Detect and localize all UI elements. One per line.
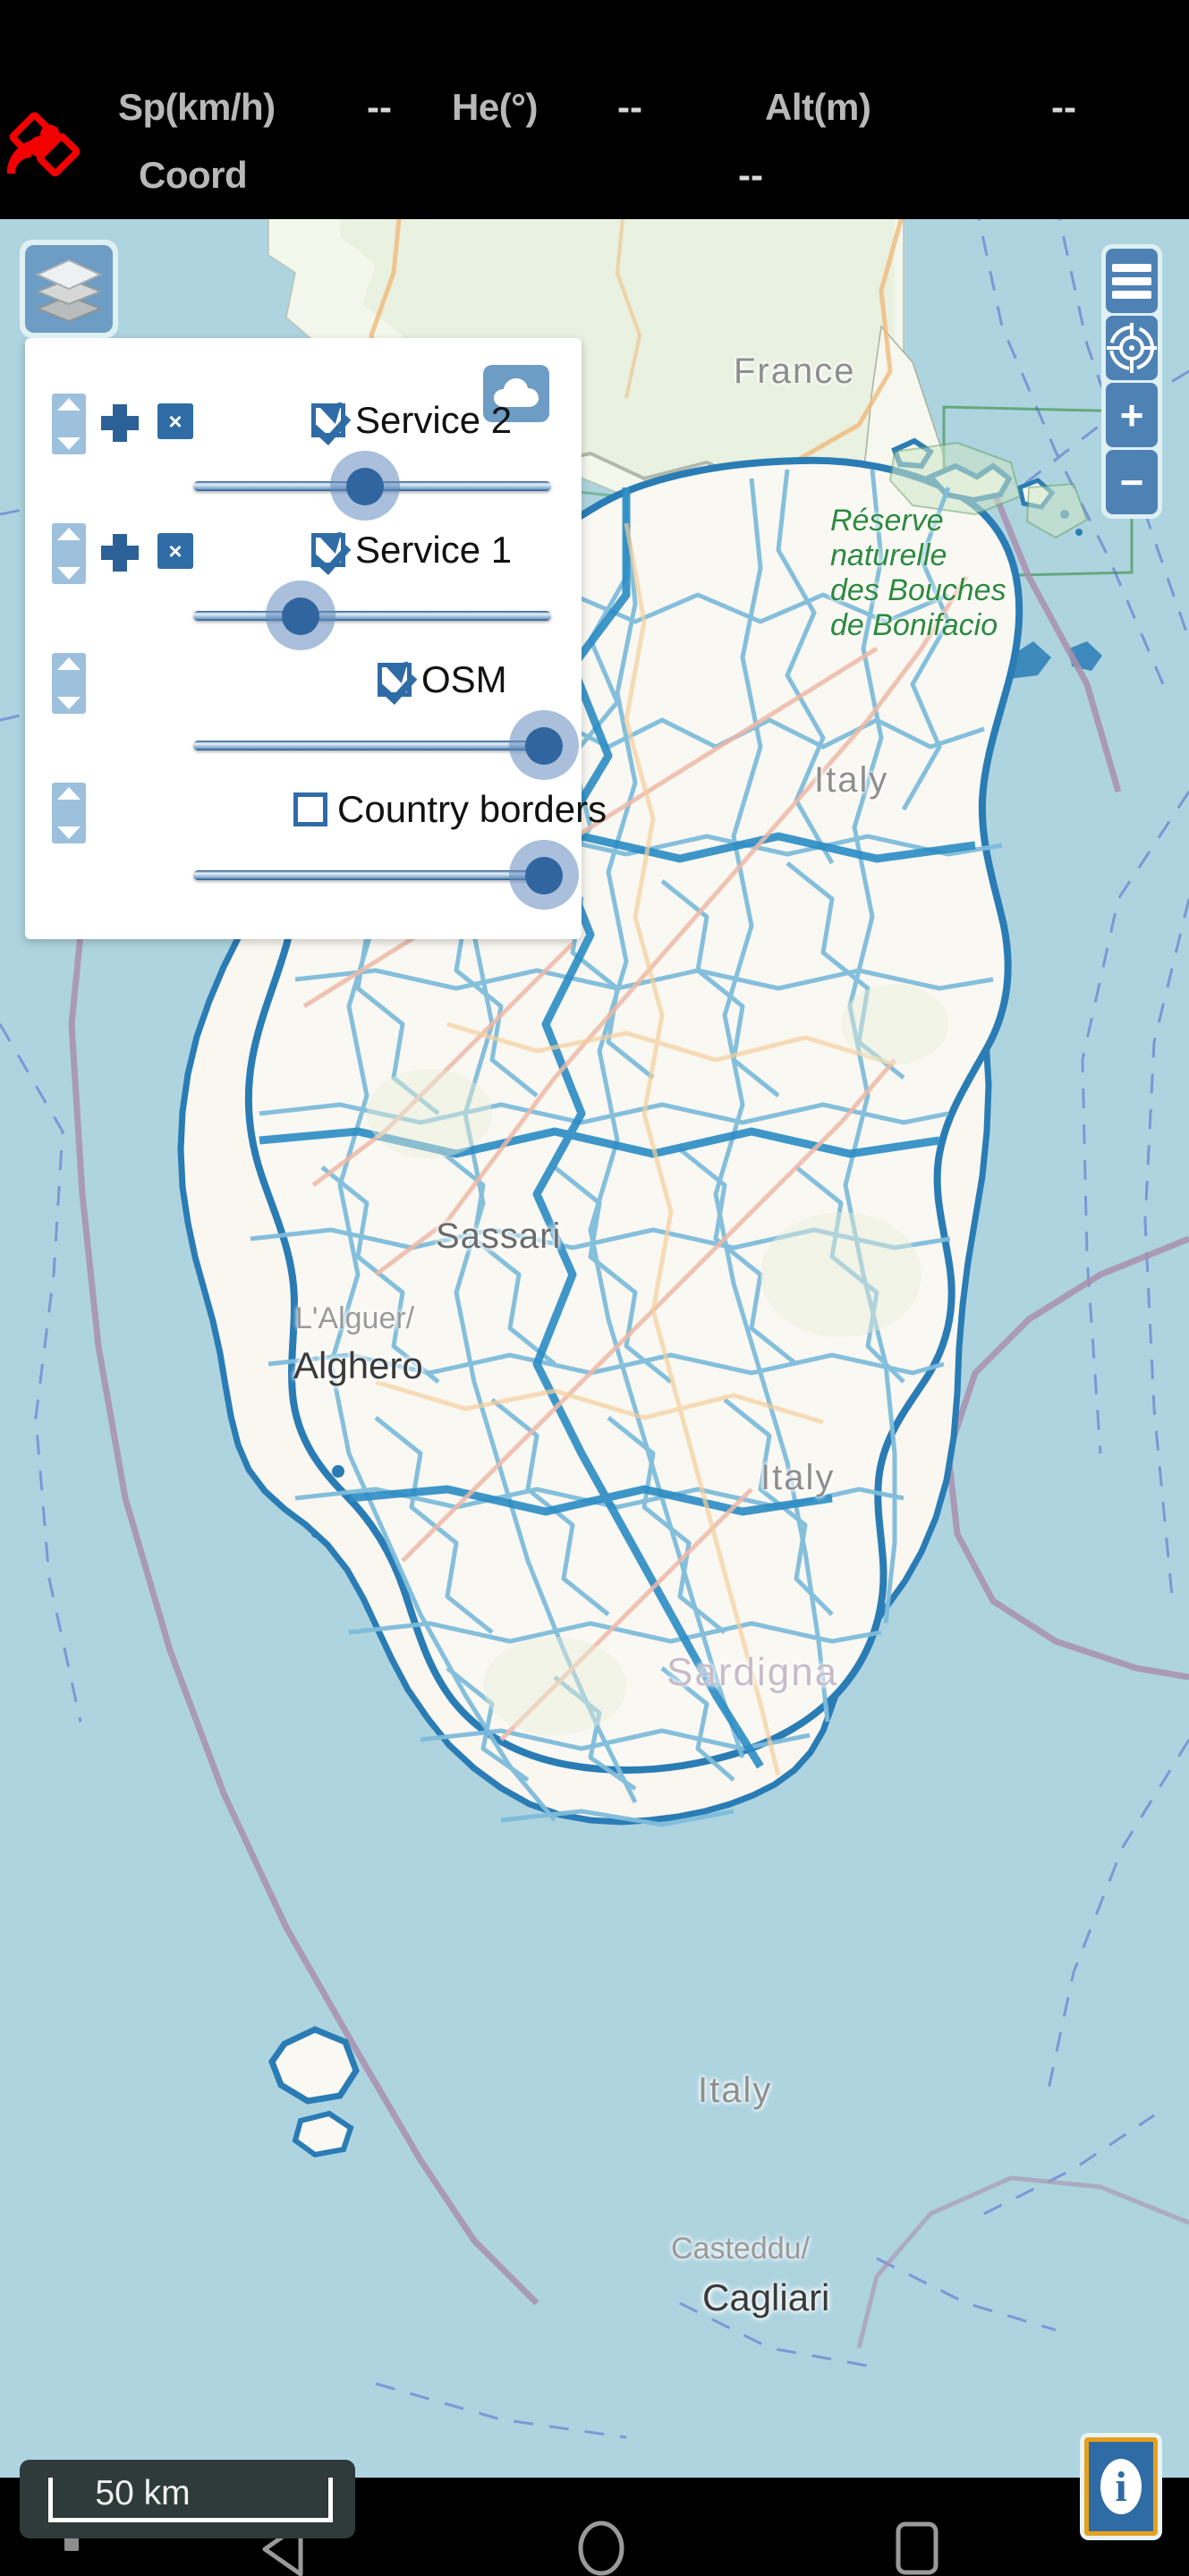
recents-button[interactable]	[895, 2521, 939, 2576]
layer-row-country-borders: Country borders	[25, 774, 607, 910]
map-controls-group: + −	[1101, 244, 1162, 519]
chevron-down-icon[interactable]	[57, 567, 81, 580]
map-zoom-in-button[interactable]: +	[1106, 383, 1158, 447]
home-button[interactable]	[577, 2521, 625, 2576]
minus-icon: −	[1119, 459, 1144, 505]
gps-status-bar: Sp(km/h) -- He(°) -- Alt(m) -- Coord --	[0, 0, 1189, 219]
slider-handle[interactable]	[525, 857, 563, 894]
scale-label: 50 km	[95, 2474, 191, 2512]
speed-value: --	[367, 86, 392, 128]
add-layer-button-service-1[interactable]	[101, 534, 139, 572]
phone-screen: Sp(km/h) -- He(°) -- Alt(m) -- Coord --	[0, 0, 1189, 2576]
slider-handle[interactable]	[282, 597, 319, 635]
coord-value: --	[738, 154, 763, 196]
coord-label: Coord	[139, 154, 248, 196]
plus-icon: +	[1119, 392, 1144, 438]
add-layer-button-service-2[interactable]	[101, 404, 139, 442]
slider-track[interactable]	[193, 611, 551, 621]
delete-layer-button-service-2[interactable]: ×	[157, 403, 193, 439]
chevron-down-icon[interactable]	[57, 826, 81, 839]
altitude-value: --	[1051, 86, 1076, 128]
layer-order-spinner-service-1[interactable]	[52, 523, 86, 584]
chevron-up-icon[interactable]	[57, 398, 81, 411]
layer-opacity-slider-osm[interactable]	[193, 710, 579, 780]
info-button-frame: i	[1084, 2437, 1158, 2536]
layers-panel: × Service 2 × Service 1 OSM Country bord…	[25, 338, 607, 939]
layer-visibility-checkbox-country-borders[interactable]	[293, 792, 327, 826]
map-scale-bar: 50 km	[20, 2460, 355, 2538]
layers-stack-icon	[25, 245, 113, 333]
slider-handle[interactable]	[346, 468, 384, 505]
map-menu-button[interactable]	[1106, 249, 1158, 313]
layer-visibility-checkbox-service-1[interactable]	[311, 533, 345, 567]
chevron-up-icon[interactable]	[57, 787, 81, 800]
layer-opacity-slider-service-2[interactable]	[193, 451, 551, 521]
home-circle-icon	[578, 2521, 624, 2576]
layer-visibility-checkbox-service-2[interactable]	[311, 403, 345, 437]
slider-track[interactable]	[193, 741, 551, 750]
layer-name-service-2: Service 2	[355, 399, 513, 441]
chevron-down-icon[interactable]	[57, 437, 81, 450]
speed-label: Sp(km/h)	[118, 86, 276, 128]
layer-visibility-checkbox-osm[interactable]	[378, 663, 412, 697]
scale-bracket	[48, 2478, 333, 2522]
layer-opacity-slider-service-1[interactable]	[193, 580, 551, 650]
delete-layer-button-service-1[interactable]: ×	[157, 533, 193, 569]
layers-panel-toggle-button[interactable]	[20, 240, 118, 338]
layer-order-spinner-osm[interactable]	[52, 653, 86, 714]
recents-square-icon	[896, 2521, 938, 2575]
map-info-button[interactable]: i	[1080, 2433, 1162, 2540]
layer-name-service-1: Service 1	[355, 529, 513, 571]
crosshair-target-icon	[1107, 323, 1157, 373]
heading-value: --	[617, 86, 642, 128]
layer-name-country-borders: Country borders	[337, 788, 607, 830]
chevron-up-icon[interactable]	[57, 657, 81, 670]
chevron-up-icon[interactable]	[57, 528, 81, 540]
altitude-label: Alt(m)	[765, 86, 871, 128]
map-zoom-out-button[interactable]: −	[1106, 450, 1158, 514]
layer-row-osm: OSM	[25, 644, 582, 780]
layer-row-service-2: × Service 2	[25, 385, 582, 521]
layer-opacity-slider-country-borders[interactable]	[193, 840, 579, 910]
layer-order-spinner-country-borders[interactable]	[52, 783, 86, 843]
layer-order-spinner-service-2[interactable]	[52, 394, 86, 454]
heading-label: He(°)	[452, 86, 538, 128]
layer-name-osm: OSM	[421, 658, 507, 700]
slider-track[interactable]	[193, 870, 551, 880]
map-locate-button[interactable]	[1106, 316, 1158, 380]
info-icon: i	[1100, 2459, 1142, 2514]
layer-row-service-1: × Service 1	[25, 514, 582, 650]
chevron-down-icon[interactable]	[57, 697, 81, 709]
hamburger-menu-icon	[1112, 261, 1151, 301]
slider-handle[interactable]	[525, 727, 563, 765]
